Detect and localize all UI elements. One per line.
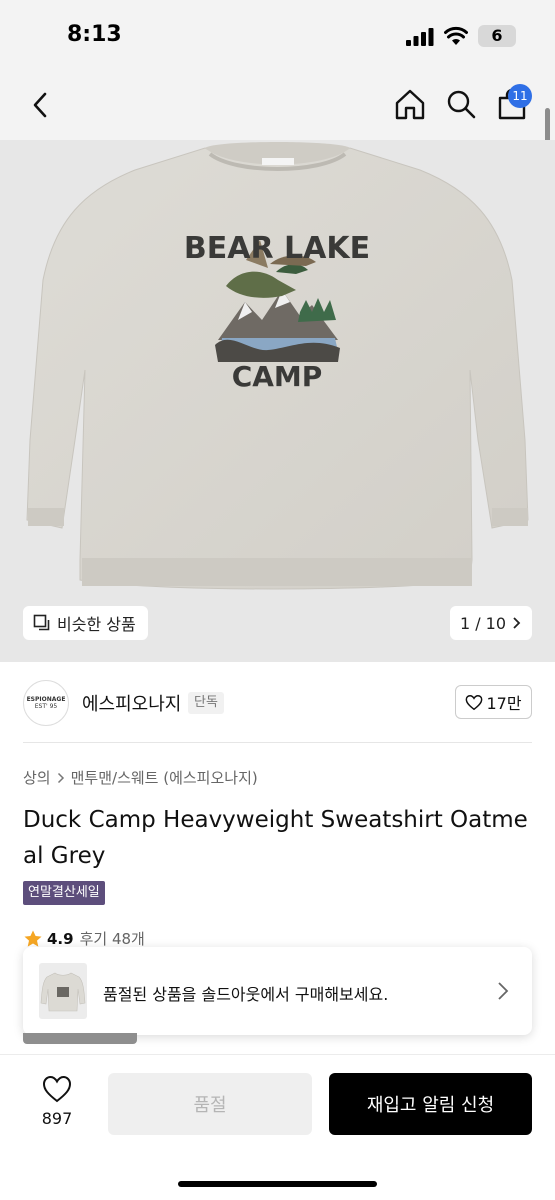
- tab-indicator: [23, 1033, 137, 1044]
- search-icon[interactable]: [445, 88, 477, 120]
- home-indicator: [178, 1181, 377, 1187]
- chevron-right-icon: [498, 982, 509, 1000]
- battery-indicator: 6: [478, 25, 516, 47]
- page-counter-text: 1 / 10: [459, 613, 507, 633]
- rating-row[interactable]: 4.9 후기 48개: [23, 928, 145, 949]
- sale-badge: 연말결산세일: [23, 881, 105, 905]
- copy-icon: [33, 614, 50, 631]
- breadcrumb: 상의 맨투맨/스웨트 (에스피오나지): [23, 767, 258, 788]
- nav-bar: 11: [0, 72, 555, 140]
- product-image-carousel[interactable]: BEAR LAKE CAMP 비슷한 상품 1 / 10: [0, 140, 555, 662]
- wifi-icon: [444, 26, 468, 45]
- back-arrow-icon[interactable]: [28, 90, 52, 120]
- similar-products-label: 비슷한 상품: [57, 615, 136, 634]
- breadcrumb-item[interactable]: 상의: [23, 767, 51, 788]
- signal-icon: [406, 28, 434, 46]
- wishlist-count: 897: [41, 1109, 73, 1128]
- brand-logo[interactable]: ESPIONAGE EST' 95: [23, 680, 69, 726]
- bottom-action-bar: 897 품절 재입고 알림 신청: [0, 1054, 555, 1200]
- rating-value: 4.9: [47, 929, 74, 948]
- divider: [23, 742, 532, 743]
- brand-logo-subtext: EST' 95: [34, 703, 58, 710]
- status-bar: 8:13 6: [0, 0, 555, 72]
- star-icon: [24, 930, 42, 947]
- restock-alert-button[interactable]: 재입고 알림 신청: [329, 1073, 532, 1135]
- heart-icon: [466, 694, 483, 710]
- soldout-promo-text: 품절된 상품을 솔드아웃에서 구매해보세요.: [103, 985, 389, 1004]
- home-icon[interactable]: [394, 88, 426, 120]
- chevron-right-icon: [513, 617, 521, 629]
- artwork-text: BEAR LAKE CAMP: [184, 231, 370, 393]
- product-thumbnail: [39, 963, 87, 1019]
- brand-like-button[interactable]: 17만: [455, 685, 532, 719]
- similar-products-button[interactable]: 비슷한 상품: [23, 606, 148, 640]
- review-count: 후기 48개: [79, 930, 145, 948]
- brand-like-count: 17만: [486, 694, 522, 713]
- artwork-top-text: BEAR LAKE: [184, 231, 370, 266]
- brand-name[interactable]: 에스피오나지: [82, 690, 181, 716]
- cart-count-badge: 11: [508, 84, 532, 108]
- product-title: Duck Camp Heavyweight Sweatshirt Oatmeal…: [23, 807, 528, 869]
- soldout-button[interactable]: 품절: [108, 1073, 312, 1135]
- soldout-promo-popup[interactable]: 품절된 상품을 솔드아웃에서 구매해보세요.: [23, 947, 532, 1035]
- artwork-bottom-text: CAMP: [232, 360, 323, 393]
- status-time: 8:13: [67, 22, 122, 47]
- brand-logo-text: ESPIONAGE: [26, 696, 66, 703]
- breadcrumb-item[interactable]: 맨투맨/스웨트 (에스피오나지): [71, 767, 258, 788]
- image-page-counter[interactable]: 1 / 10: [450, 606, 532, 640]
- wishlist-heart-icon[interactable]: [42, 1075, 72, 1103]
- exclusive-badge: 단독: [188, 692, 224, 714]
- chevron-right-icon: [57, 772, 64, 783]
